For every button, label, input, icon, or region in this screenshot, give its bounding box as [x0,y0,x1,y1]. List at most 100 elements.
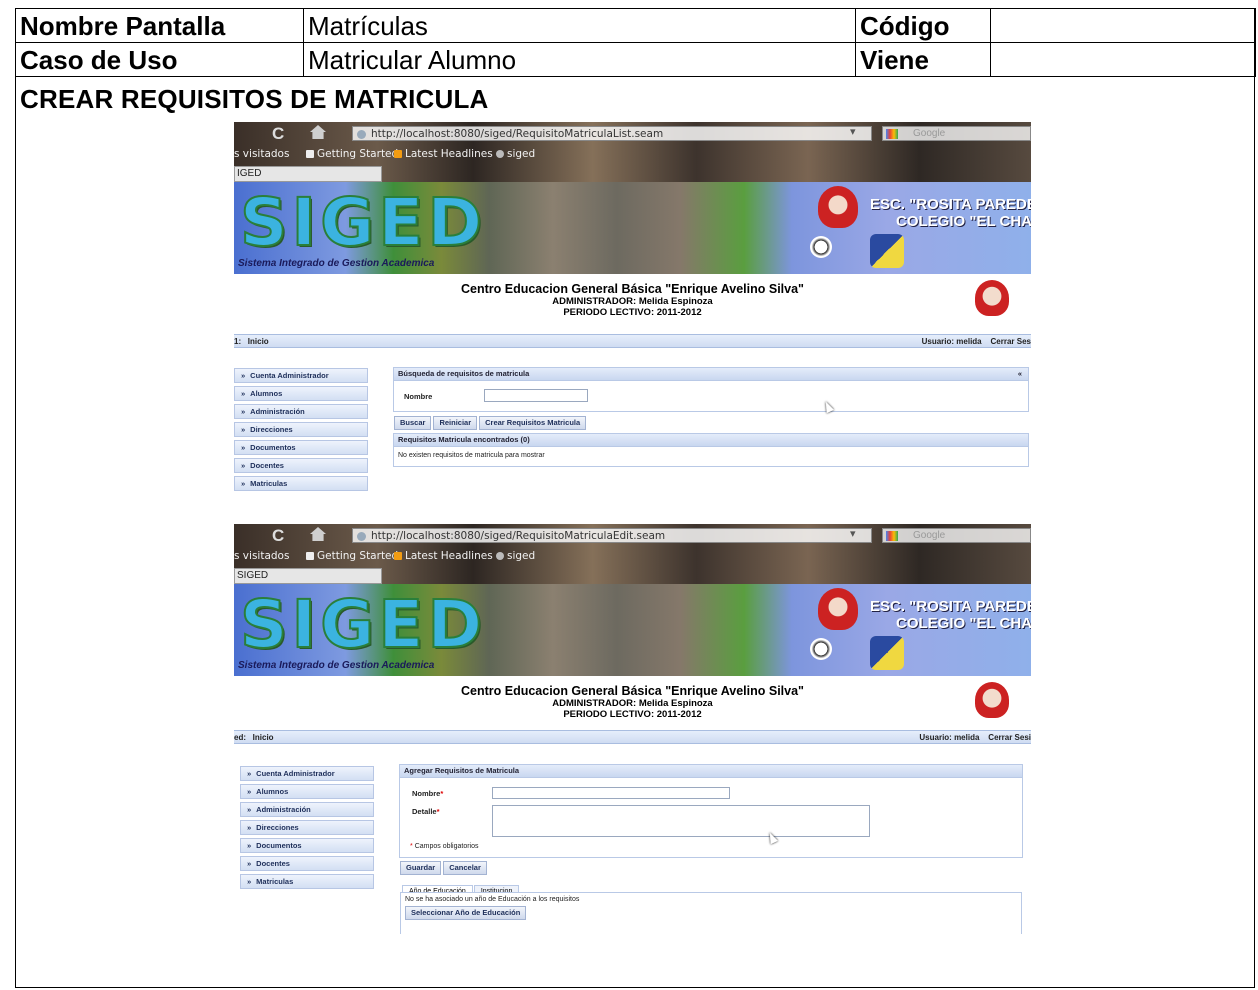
reiniciar-button[interactable]: Reiniciar [433,416,478,430]
soccer-ball-icon [810,236,832,258]
cerrar-sesion-link[interactable]: Cerrar Sesi [988,733,1031,742]
menu-matriculas[interactable]: » Matriculas [234,476,368,491]
bookmark-latest-headlines[interactable]: Latest Headlines [394,148,493,160]
menu-administracion[interactable]: » Administración [234,404,368,419]
institution-crest-icon [975,682,1009,718]
nombre-pantalla-label: Nombre Pantalla [15,8,304,43]
siged-tagline: Sistema Integrado de Gestion Academica [238,660,435,671]
menu-administracion[interactable]: » Administración [240,802,374,817]
breadcrumb: ed: Inicio [234,733,274,742]
page-icon [306,150,314,158]
bookmark-icon [496,150,504,158]
crear-requisitos-button[interactable]: Crear Requisitos Matricula [479,416,587,430]
nombre-input[interactable] [492,787,730,799]
breadcrumb-bar: ed: Inicio Usuario: melida Cerrar Sesi [234,730,1031,744]
menu-documentos[interactable]: » Documentos [240,838,374,853]
web-search-input[interactable]: Google [882,126,1031,141]
web-search-placeholder: Google [913,128,946,139]
menu-cuenta-administrador[interactable]: » Cuenta Administrador [234,368,368,383]
viene-value [990,42,1256,77]
siged-logo: SIGED [239,586,487,663]
siged-logo: SIGED [239,184,487,261]
url-text: http://localhost:8080/siged/RequisitoMat… [371,128,664,140]
detalle-textarea[interactable] [492,805,870,837]
admin-name: ADMINISTRADOR: Melida Espinoza [552,296,713,307]
browser-tab[interactable]: SIGED [234,568,382,584]
web-search-input[interactable]: Google [882,528,1031,543]
bookmark-siged[interactable]: siged [496,550,535,562]
usuario-label: Usuario: melida [921,337,982,346]
bookmark-most-visited[interactable]: s visitados [234,550,289,562]
reload-button[interactable]: C [272,526,284,546]
menu-alumnos[interactable]: » Alumnos [240,784,374,799]
caso-uso-value: Matricular Alumno [303,42,856,77]
address-bar[interactable]: http://localhost:8080/siged/RequisitoMat… [352,528,872,543]
detalle-label: Detalle* [412,807,440,816]
institution-name: Centro Educacion General Básica "Enrique… [461,684,804,698]
menu-alumnos[interactable]: » Alumnos [234,386,368,401]
home-icon[interactable] [310,125,326,139]
bookmark-most-visited[interactable]: s visitados [234,148,289,160]
search-panel: Búsqueda de requisitos de matricula « No… [393,367,1029,412]
doc-header-table: Nombre Pantalla Matrículas Código Caso d… [15,8,1256,77]
url-text: http://localhost:8080/siged/RequisitoMat… [371,530,666,542]
tab-strip: Año de EducaciónInstitucion [402,880,520,897]
menu-direcciones[interactable]: » Direcciones [240,820,374,835]
screenshot-list: C http://localhost:8080/siged/RequisitoM… [234,122,1031,494]
form-buttons: Guardar Cancelar [400,861,489,875]
search-buttons: Buscar Reiniciar Crear Requisitos Matricul… [394,416,588,430]
codigo-label: Código [855,8,991,43]
bookmark-siged[interactable]: siged [496,148,535,160]
cerrar-sesion-link[interactable]: Cerrar Ses [991,337,1031,346]
seleccionar-anio-button[interactable]: Seleccionar Año de Educación [405,906,527,920]
form-panel-title: Agregar Requisitos de Matricula [400,765,1022,778]
periodo-lectivo: PERIODO LECTIVO: 2011-2012 [563,307,702,318]
buscar-button[interactable]: Buscar [394,416,432,430]
bookmark-getting-started[interactable]: Getting Started [306,148,398,160]
collapse-icon[interactable]: « [1018,368,1022,380]
web-search-placeholder: Google [913,530,946,541]
school-flag-icon [870,636,904,670]
school-flag-icon [870,234,904,268]
menu-matriculas[interactable]: » Matriculas [240,874,374,889]
bookmark-star-icon[interactable]: ▾ [850,125,856,138]
cancelar-button[interactable]: Cancelar [443,861,487,875]
nombre-label: Nombre* [412,789,444,798]
caso-uso-label: Caso de Uso [15,42,304,77]
bookmark-latest-headlines[interactable]: Latest Headlines [394,550,493,562]
home-icon[interactable] [310,527,326,541]
institution-crest-icon [975,280,1009,316]
institution-header: Centro Educacion General Básica "Enrique… [234,684,1031,720]
institution-name: Centro Educacion General Básica "Enrique… [461,282,804,296]
browser-chrome: C http://localhost:8080/siged/RequisitoM… [234,122,1031,182]
guardar-button[interactable]: Guardar [400,861,442,875]
screenshot-edit: C http://localhost:8080/siged/RequisitoM… [234,524,1031,934]
no-anio-text: No se ha asociado un año de Educación a … [405,896,580,903]
breadcrumb-bar: 1: Inicio Usuario: melida Cerrar Ses [234,334,1031,348]
codigo-value [990,8,1256,43]
menu-documentos[interactable]: » Documentos [234,440,368,455]
soccer-ball-icon [810,638,832,660]
bookmark-icon [496,552,504,560]
side-menu: » Cuenta Administrador » Alumnos » Administ… [234,368,368,494]
breadcrumb-inicio[interactable]: Inicio [253,733,274,742]
nombre-search-input[interactable] [484,389,588,402]
menu-cuenta-administrador[interactable]: » Cuenta Administrador [240,766,374,781]
bookmarks-bar: s visitados Getting Started Latest Headl… [234,548,1031,566]
bookmark-getting-started[interactable]: Getting Started [306,550,398,562]
rss-icon [394,552,402,560]
menu-docentes[interactable]: » Docentes [240,856,374,871]
school-name: ESC. "ROSITA PAREDE COLEGIO "EL CHAC [870,196,1031,230]
reload-button[interactable]: C [272,124,284,144]
bookmark-star-icon[interactable]: ▾ [850,527,856,540]
breadcrumb-inicio[interactable]: Inicio [248,337,269,346]
menu-direcciones[interactable]: » Direcciones [234,422,368,437]
school-shield-icon [818,186,858,228]
siged-banner: SIGED Sistema Integrado de Gestion Acade… [234,584,1031,676]
rss-icon [394,150,402,158]
address-bar[interactable]: http://localhost:8080/siged/RequisitoMat… [352,126,872,141]
form-panel: Agregar Requisitos de Matricula Nombre* … [399,764,1023,858]
campos-obligatorios-note: * Campos obligatorios [410,843,479,850]
browser-tab[interactable]: IGED [234,166,382,182]
menu-docentes[interactable]: » Docentes [234,458,368,473]
